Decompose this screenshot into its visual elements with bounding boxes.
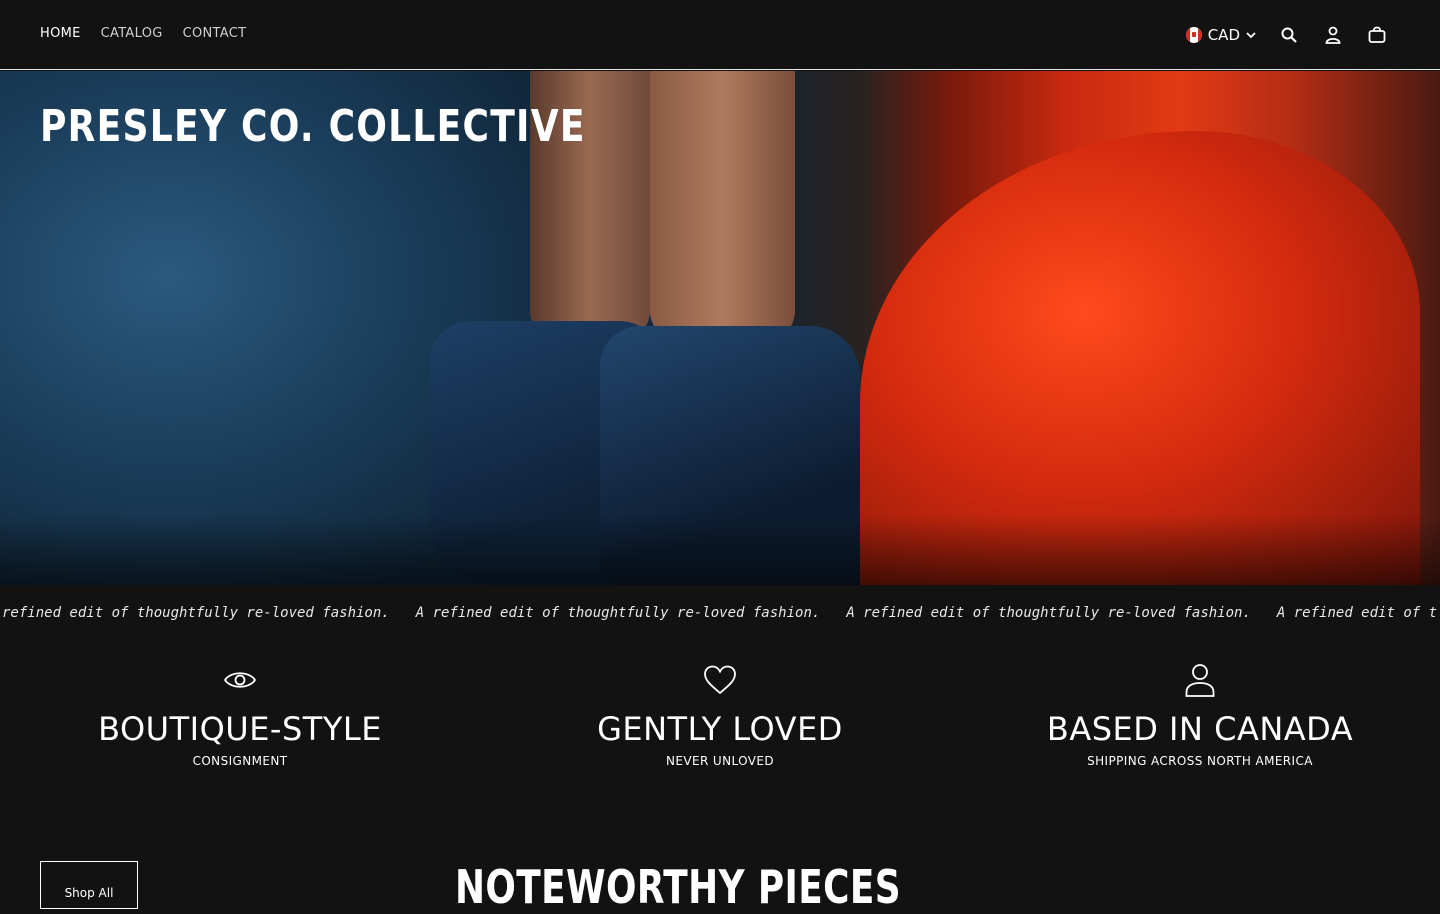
marquee-item: A refined edit of thoughtfully re-loved … [846, 605, 1251, 621]
feature-canada: BASED IN CANADA SHIPPING ACROSS NORTH AM… [960, 660, 1440, 768]
feature-boutique: BOUTIQUE-STYLE CONSIGNMENT [0, 660, 480, 768]
marquee-item: A refined edit of thoughtfully re-loved … [415, 605, 821, 621]
heart-icon [703, 660, 737, 700]
canada-flag-icon [1185, 27, 1202, 43]
feature-subtitle: SHIPPING ACROSS NORTH AMERICA [1087, 754, 1313, 768]
currency-selector[interactable]: CAD [1185, 26, 1256, 44]
announcement-marquee: refined edit of thoughtfully re-loved fa… [0, 585, 1440, 643]
marquee-track: refined edit of thoughtfully re-loved fa… [2, 605, 1437, 621]
hero-title: PRESLEY CO. COLLECTIVE [40, 101, 586, 152]
hero-image-leg [650, 71, 795, 341]
nav-home[interactable]: HOME [40, 26, 81, 41]
hero-image-shadow [0, 515, 1440, 585]
section-title: NOTEWORTHY PIECES [454, 860, 902, 914]
cart-icon[interactable] [1366, 24, 1388, 46]
marquee-item: A refined edit of t [1276, 605, 1438, 621]
nav-contact[interactable]: CONTACT [183, 26, 247, 41]
nav-catalog[interactable]: CATALOG [101, 26, 163, 41]
search-icon[interactable] [1278, 24, 1300, 46]
feature-subtitle: CONSIGNMENT [192, 754, 288, 768]
shop-all-button[interactable]: Shop All [40, 861, 138, 909]
header-actions: CAD [1185, 22, 1388, 48]
hero-banner: PRESLEY CO. COLLECTIVE [0, 71, 1440, 585]
currency-code: CAD [1207, 26, 1240, 44]
eye-icon [223, 660, 257, 700]
account-icon[interactable] [1322, 24, 1344, 46]
feature-title: GENTLY LOVED [597, 710, 843, 748]
person-icon [1185, 660, 1215, 700]
marquee-item: refined edit of thoughtfully re-loved fa… [2, 605, 390, 621]
site-header: HOME CATALOG CONTACT CAD [0, 0, 1440, 70]
feature-subtitle: NEVER UNLOVED [666, 754, 774, 768]
features-row: BOUTIQUE-STYLE CONSIGNMENT GENTLY LOVED … [0, 660, 1440, 768]
feature-title: BOUTIQUE-STYLE [98, 710, 382, 748]
feature-title: BASED IN CANADA [1046, 710, 1354, 748]
feature-gently-loved: GENTLY LOVED NEVER UNLOVED [480, 660, 960, 768]
chevron-down-icon [1246, 32, 1256, 39]
main-nav: HOME CATALOG CONTACT [40, 26, 246, 41]
